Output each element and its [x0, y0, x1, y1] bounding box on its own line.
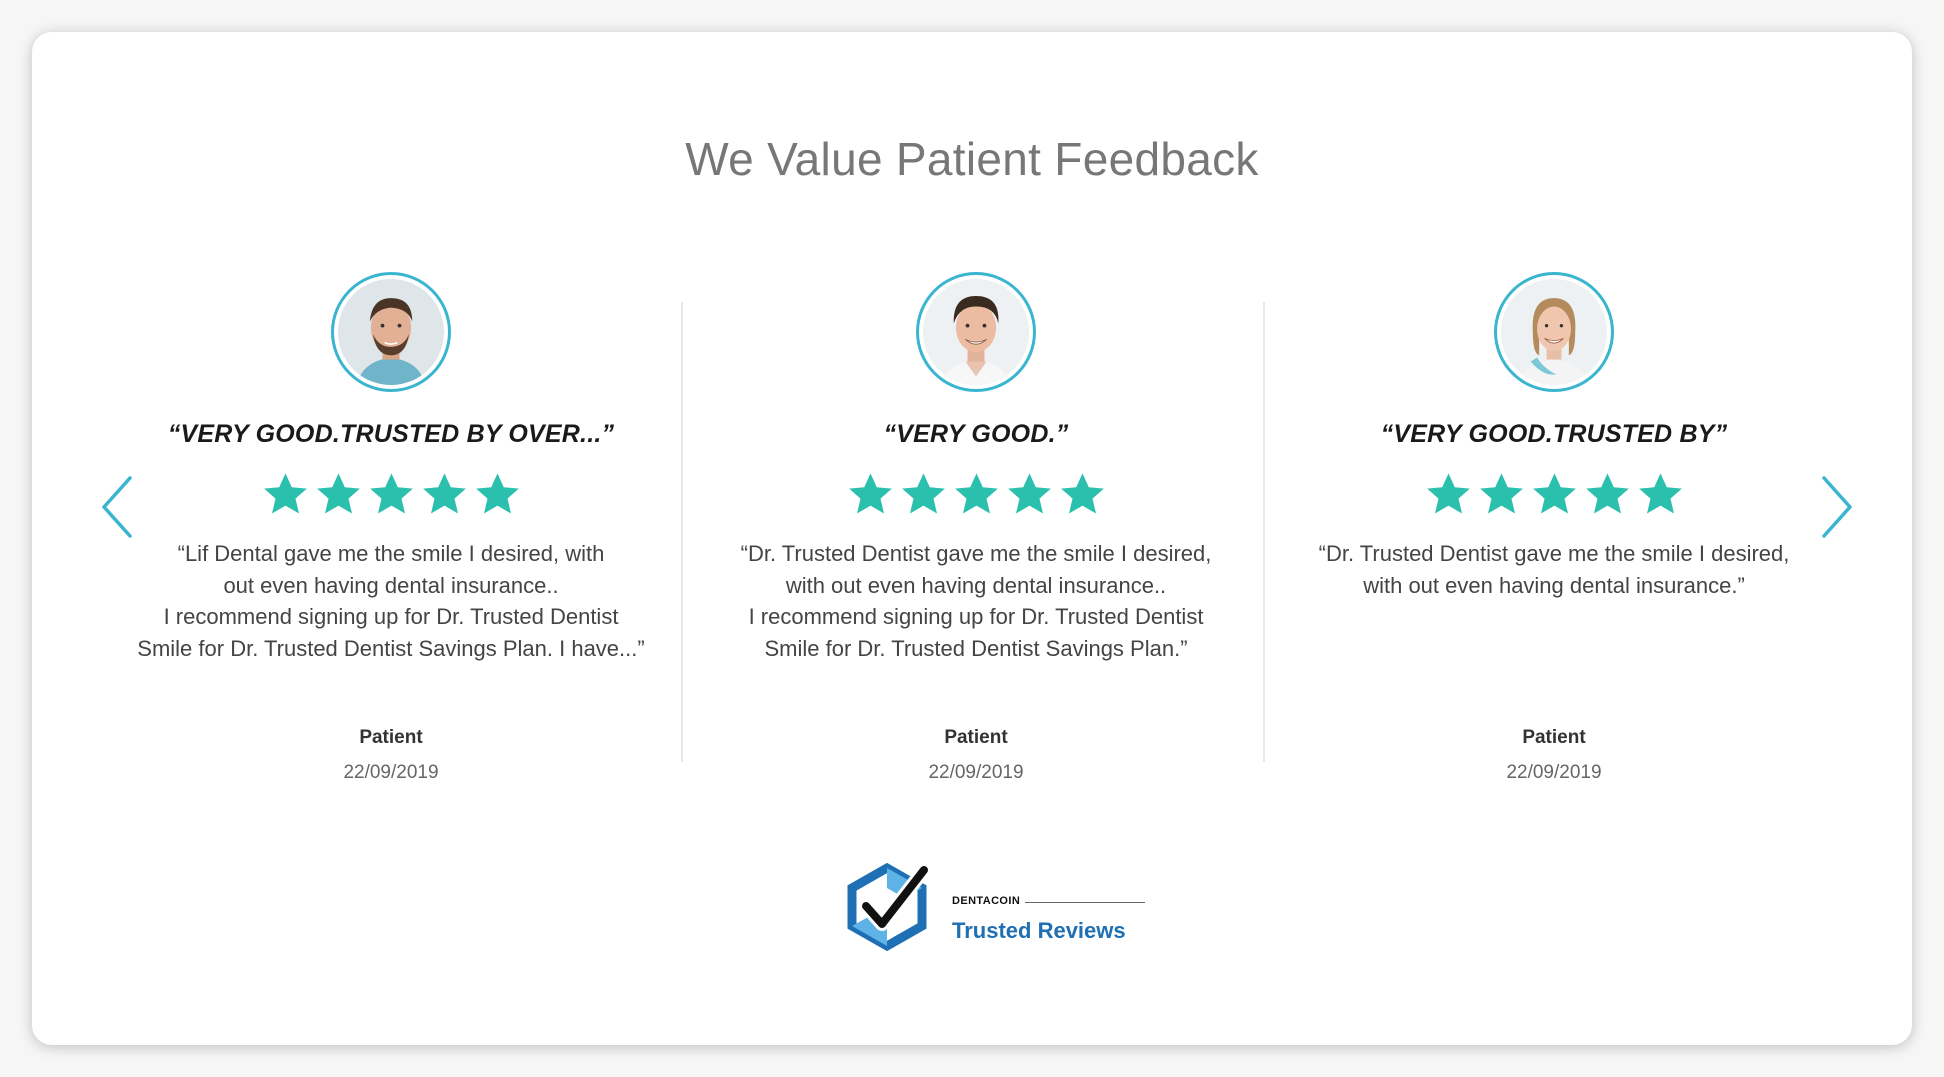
patient-photo [1501, 279, 1607, 385]
review-author: Patient [944, 727, 1008, 748]
review-quote-line: with out even having dental insurance.” [1363, 572, 1745, 598]
star-icon [1637, 471, 1684, 518]
star-icon [315, 471, 362, 518]
avatar [1494, 272, 1614, 392]
star-rating [696, 471, 1256, 518]
star-icon [1425, 471, 1472, 518]
star-icon [421, 471, 468, 518]
review-quote-line: out even having dental insurance.. [223, 572, 559, 598]
review-date: 22/09/2019 [1506, 762, 1602, 783]
column-divider [1263, 302, 1265, 762]
dentacoin-trusted-reviews-logo[interactable]: DENTACOIN Trusted Reviews [842, 862, 1145, 952]
review-date: 22/09/2019 [928, 762, 1024, 783]
patient-photo [338, 279, 444, 385]
review-quote-line: Smile for Dr. Trusted Dentist Savings Pl… [764, 635, 1188, 661]
logo-text: Trusted Reviews [952, 918, 1126, 943]
review-quote-line: with out even having dental insurance.. [785, 572, 1167, 598]
review-quote-line: “Dr. Trusted Dentist gave me the smile I… [1318, 541, 1790, 566]
checkmark-hexagon-icon [847, 862, 931, 952]
star-icon [1584, 471, 1631, 518]
logo-divider [1025, 902, 1145, 903]
avatar [331, 272, 451, 392]
star-icon [953, 471, 1000, 518]
review-quote-line: I recommend signing up for Dr. Trusted D… [163, 604, 619, 629]
review-card: “VERY GOOD.” “Dr. Trusted Dentist gave m… [696, 272, 1256, 783]
star-rating [1274, 471, 1834, 518]
column-divider [681, 302, 683, 762]
star-rating [111, 471, 671, 518]
star-icon [847, 471, 894, 518]
star-icon [1478, 471, 1525, 518]
testimonials-card: We Value Patient Feedback “VERY GOOD.TRU… [32, 32, 1912, 1045]
review-quote: “Dr. Trusted Dentist gave me the smile I… [1274, 538, 1834, 601]
star-icon [1531, 471, 1578, 518]
review-author: Patient [359, 727, 423, 748]
section-title: We Value Patient Feedback [685, 133, 1259, 185]
review-author: Patient [1522, 727, 1586, 748]
review-card: “VERY GOOD.TRUSTED BY OVER...” “Lif Dent… [111, 272, 671, 783]
review-headline: “VERY GOOD.TRUSTED BY OVER...” [167, 420, 615, 448]
logo-brand: DENTACOIN [952, 895, 1021, 907]
star-icon [1059, 471, 1106, 518]
star-icon [1006, 471, 1053, 518]
star-icon [474, 471, 521, 518]
review-quote-line: “Dr. Trusted Dentist gave me the smile I… [740, 541, 1212, 566]
patient-photo [923, 279, 1029, 385]
avatar [916, 272, 1036, 392]
review-quote-line: I recommend signing up for Dr. Trusted D… [748, 604, 1204, 629]
review-headline: “VERY GOOD.TRUSTED BY” [1380, 420, 1728, 448]
review-card: “VERY GOOD.TRUSTED BY” “Dr. Trusted Dent… [1274, 272, 1834, 783]
review-date: 22/09/2019 [343, 762, 439, 783]
review-headline: “VERY GOOD.” [883, 420, 1069, 448]
star-icon [368, 471, 415, 518]
review-quote: “Lif Dental gave me the smile I desired,… [111, 538, 671, 664]
star-icon [262, 471, 309, 518]
review-quote: “Dr. Trusted Dentist gave me the smile I… [696, 538, 1256, 664]
review-quote-line: “Lif Dental gave me the smile I desired,… [177, 541, 605, 566]
review-quote-line: Smile for Dr. Trusted Dentist Savings Pl… [137, 635, 645, 661]
star-icon [900, 471, 947, 518]
